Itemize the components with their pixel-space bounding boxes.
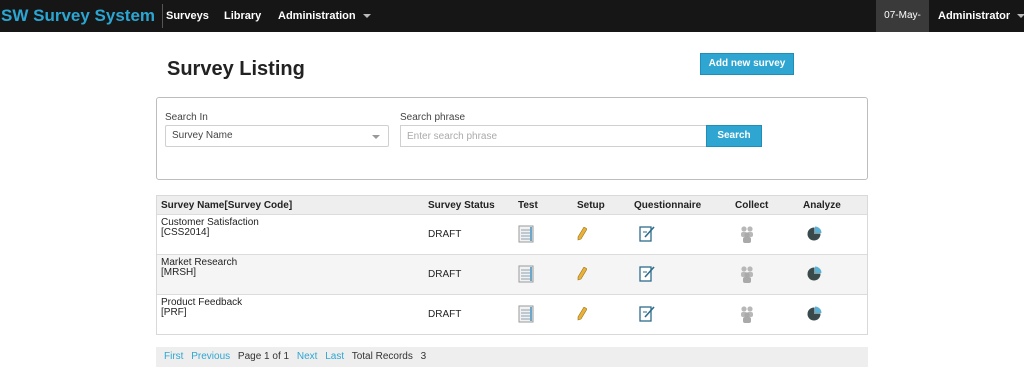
pager-first-link[interactable]: First (164, 351, 183, 362)
questionnaire-icon[interactable] (639, 225, 655, 242)
pie-chart-icon[interactable] (807, 266, 822, 281)
chevron-down-icon (372, 135, 380, 139)
search-in-label: Search In (165, 112, 208, 123)
survey-name-cell[interactable]: Market Research [MRSH] (161, 258, 237, 278)
survey-name-cell[interactable]: Customer Satisfaction [CSS2014] (161, 218, 259, 238)
table-row: Customer Satisfaction [CSS2014] DRAFT (157, 214, 867, 254)
survey-table: Survey Name[Survey Code] Survey Status T… (156, 195, 868, 335)
test-icon[interactable] (518, 265, 534, 283)
pager-page-info: Page 1 of 1 (237, 351, 290, 362)
nav-administration-label: Administration (278, 10, 356, 22)
page-title: Survey Listing (167, 58, 305, 80)
collect-users-icon[interactable] (739, 265, 755, 283)
survey-name-cell[interactable]: Product Feedback [PRF] (161, 298, 242, 318)
column-header-test: Test (518, 200, 538, 211)
search-button[interactable]: Search (706, 125, 762, 147)
collect-users-icon[interactable] (739, 225, 755, 243)
column-header-analyze: Analyze (803, 200, 841, 211)
test-icon[interactable] (518, 305, 534, 323)
table-row: Market Research [MRSH] DRAFT (157, 254, 867, 294)
survey-status: DRAFT (428, 229, 462, 240)
pager-next-link[interactable]: Next (297, 351, 318, 362)
add-new-survey-button[interactable]: Add new survey (700, 53, 794, 75)
pencil-icon[interactable] (577, 307, 587, 321)
search-panel: Search In Survey Name Search phrase Sear… (156, 97, 868, 180)
pager-last-link[interactable]: Last (325, 351, 344, 362)
top-navbar: SW Survey System Surveys Library Adminis… (0, 0, 1024, 53)
search-in-select[interactable]: Survey Name (165, 125, 389, 147)
pie-chart-icon[interactable] (807, 306, 822, 321)
questionnaire-icon[interactable] (639, 305, 655, 322)
pager-total-label: Total Records (351, 351, 413, 362)
search-phrase-label: Search phrase (400, 112, 466, 123)
column-header-setup: Setup (577, 200, 605, 211)
survey-code: [CSS2014] (161, 227, 210, 238)
nav-library[interactable]: Library (224, 0, 261, 32)
table-header: Survey Name[Survey Code] Survey Status T… (157, 195, 867, 214)
current-date: 07-May-2014 (876, 0, 929, 53)
pager-total-count: 3 (420, 351, 427, 362)
search-phrase-input[interactable] (400, 125, 707, 147)
column-header-name: Survey Name[Survey Code] (161, 200, 293, 211)
column-header-questionnaire: Questionnaire (634, 200, 702, 211)
pencil-icon[interactable] (577, 227, 587, 241)
questionnaire-icon[interactable] (639, 265, 655, 282)
table-row: Product Feedback [PRF] DRAFT (157, 294, 867, 334)
nav-administration[interactable]: Administration (278, 0, 371, 32)
survey-code: [MRSH] (161, 267, 196, 278)
nav-surveys[interactable]: Surveys (166, 0, 209, 32)
survey-code: [PRF] (161, 307, 187, 318)
pagination-bar: First Previous Page 1 of 1 Next Last Tot… (156, 347, 868, 367)
chevron-down-icon (362, 14, 371, 19)
search-in-value: Survey Name (172, 130, 233, 141)
user-menu[interactable]: Administrator (938, 0, 1024, 32)
brand-title[interactable]: SW Survey System (0, 4, 164, 28)
test-icon[interactable] (518, 225, 534, 243)
collect-users-icon[interactable] (739, 305, 755, 323)
user-name: Administrator (938, 10, 1011, 22)
survey-status: DRAFT (428, 269, 462, 280)
column-header-status: Survey Status (428, 200, 495, 211)
survey-status: DRAFT (428, 309, 462, 320)
pager-previous-link[interactable]: Previous (191, 351, 230, 362)
column-header-collect: Collect (735, 200, 769, 211)
pencil-icon[interactable] (577, 267, 587, 281)
pie-chart-icon[interactable] (807, 226, 822, 241)
chevron-down-icon (1017, 14, 1024, 19)
